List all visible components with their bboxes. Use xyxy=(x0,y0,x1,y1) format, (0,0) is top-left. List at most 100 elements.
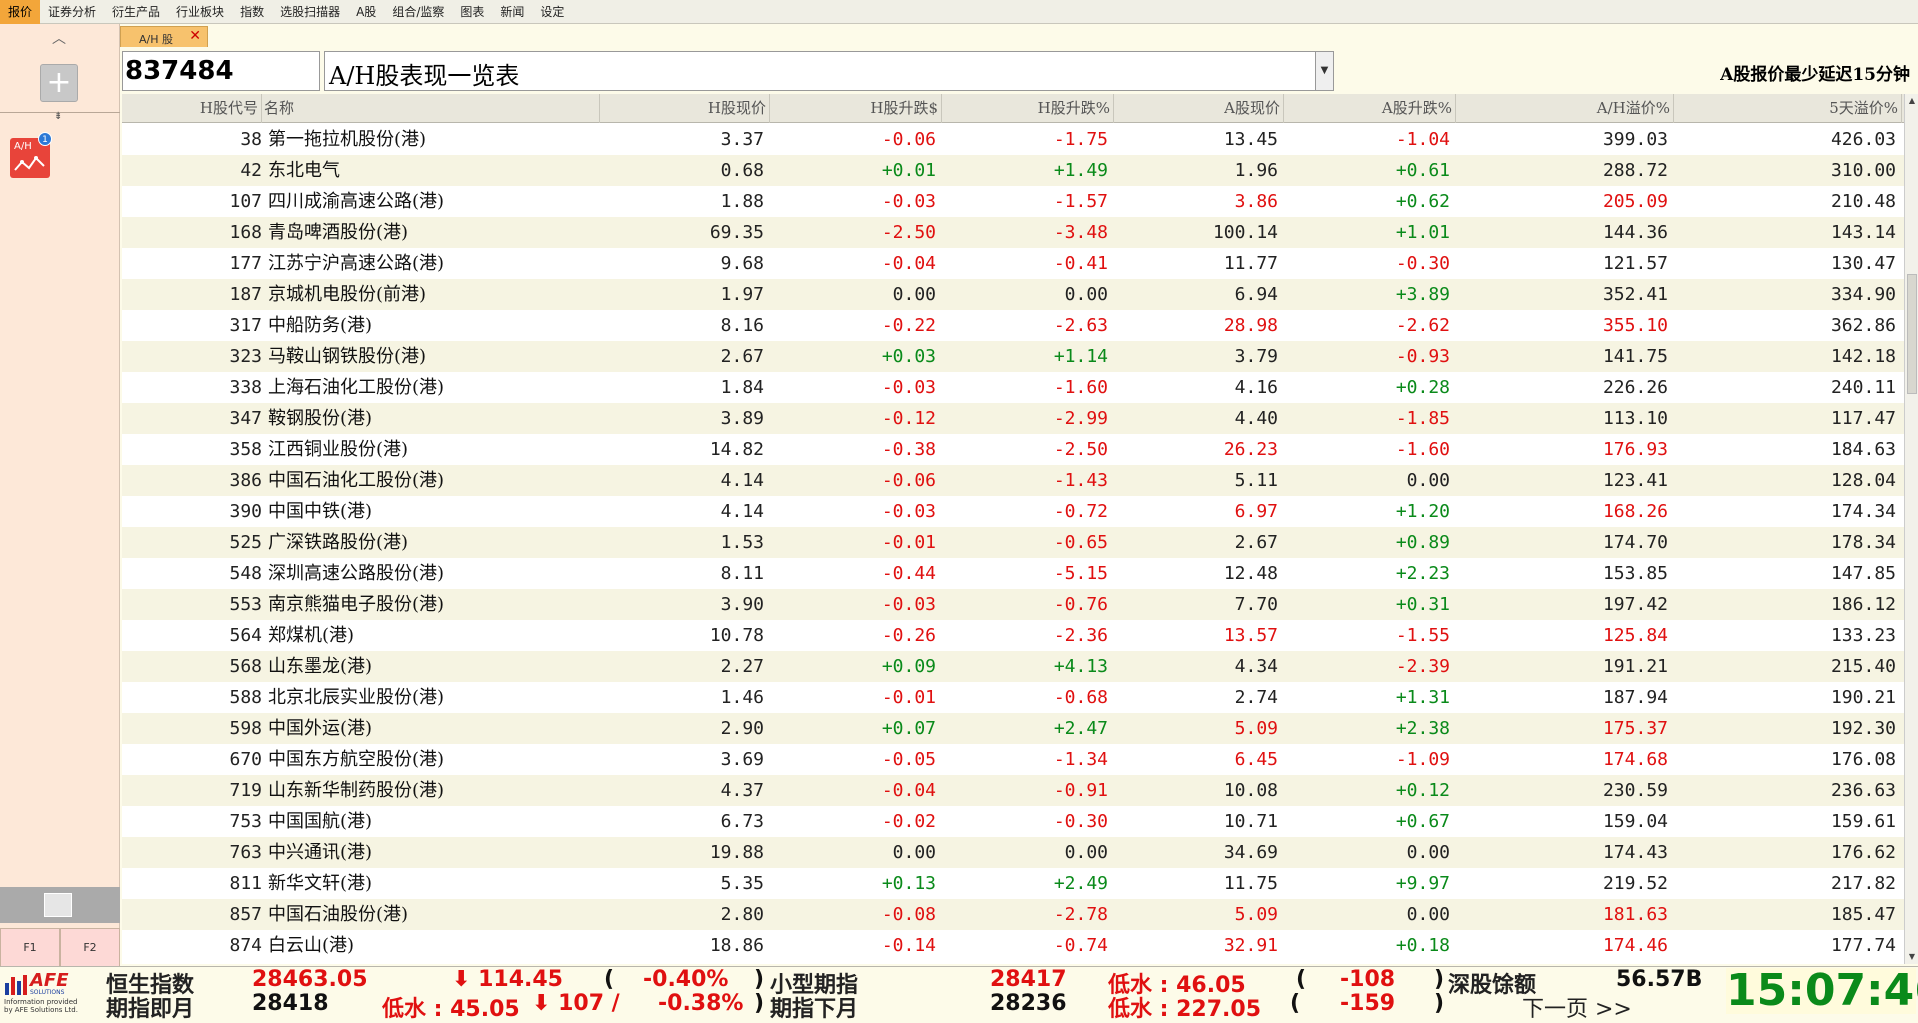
table-row[interactable]: 323 马鞍山钢铁股份(港) 2.67 +0.03 +1.14 3.79 -0.93 141.… xyxy=(122,341,1904,372)
chevron-up-icon[interactable]: ︿ xyxy=(52,28,66,48)
cell-premium-5d: 426.03 xyxy=(1830,129,1896,150)
column-header-2[interactable]: H股现价 xyxy=(600,94,770,123)
cell-name: 第一拖拉机股份(港) xyxy=(268,129,427,150)
cell-h-pct: -2.63 xyxy=(1053,315,1108,336)
column-header-7[interactable]: A/H溢价% xyxy=(1456,94,1674,123)
menu-item-4[interactable]: 指数 xyxy=(232,0,272,24)
tab-ah-shares[interactable]: A/H 股 ✕ xyxy=(120,26,208,47)
table-row[interactable]: 317 中船防务(港) 8.16 -0.22 -2.63 28.98 -2.62 355.10… xyxy=(122,310,1904,341)
menu-item-3[interactable]: 行业板块 xyxy=(168,0,232,24)
cell-h-price: 1.53 xyxy=(720,532,764,553)
scroll-down-icon[interactable]: ▼ xyxy=(1905,950,1918,964)
table-row[interactable]: 42 东北电气 0.68 +0.01 +1.49 1.96 +0.61 288.72 310.0… xyxy=(122,155,1904,186)
panel-divider[interactable]: ⇟ xyxy=(0,111,120,122)
column-header-1[interactable]: 名称 xyxy=(262,94,600,123)
cell-h-pct: +4.13 xyxy=(1053,656,1108,677)
cell-ah-premium: 191.21 xyxy=(1602,656,1668,677)
add-button[interactable]: + xyxy=(40,64,78,102)
table-row[interactable]: 553 南京熊猫电子股份(港) 3.90 -0.03 -0.76 7.70 +0.31 197… xyxy=(122,589,1904,620)
futures-next-value: 28236 xyxy=(990,991,1067,1016)
cell-h-price: 3.90 xyxy=(720,594,764,615)
document-button[interactable] xyxy=(0,887,120,923)
menu-item-6[interactable]: A股 xyxy=(348,0,384,24)
stock-code-input[interactable]: 837484 xyxy=(122,51,320,91)
table-row[interactable]: 598 中国外运(港) 2.90 +0.07 +2.47 5.09 +2.38 175.37 1… xyxy=(122,713,1904,744)
report-select[interactable]: A/H股表现一览表 ▼ xyxy=(324,51,1334,91)
menu-item-5[interactable]: 选股扫描器 xyxy=(272,0,348,24)
table-row[interactable]: 168 青岛啤酒股份(港) 69.35 -2.50 -3.48 100.14 +1.01 14… xyxy=(122,217,1904,248)
menu-item-1[interactable]: 证券分析 xyxy=(40,0,104,24)
table-row[interactable]: 107 四川成渝高速公路(港) 1.88 -0.03 -1.57 3.86 +0.62 205… xyxy=(122,186,1904,217)
cell-code: 525 xyxy=(229,532,262,553)
table-row[interactable]: 548 深圳高速公路股份(港) 8.11 -0.44 -5.15 12.48 +2.23 15… xyxy=(122,558,1904,589)
menu-item-9[interactable]: 新闻 xyxy=(492,0,532,24)
cell-ah-premium: 125.84 xyxy=(1602,625,1668,646)
column-header-4[interactable]: H股升跌% xyxy=(942,94,1114,123)
table-row[interactable]: 588 北京北辰实业股份(港) 1.46 -0.01 -0.68 2.74 +1.31 187… xyxy=(122,682,1904,713)
cell-name: 山东新华制药股份(港) xyxy=(268,780,445,801)
table-row[interactable]: 358 江西铜业股份(港) 14.82 -0.38 -2.50 26.23 -1.60 176… xyxy=(122,434,1904,465)
cell-code: 168 xyxy=(229,222,262,243)
cell-premium-5d: 210.48 xyxy=(1830,191,1896,212)
cell-h-price: 8.16 xyxy=(720,315,764,336)
table-row[interactable]: 763 中兴通讯(港) 19.88 0.00 0.00 34.69 0.00 174.43 17… xyxy=(122,837,1904,868)
tab-strip: A/H 股 ✕ xyxy=(120,26,1918,48)
cell-name: 青岛啤酒股份(港) xyxy=(268,222,409,243)
next-page-link[interactable]: 下一页 >> xyxy=(1522,991,1632,1023)
drag-handle-icon[interactable]: ⇟ xyxy=(54,111,62,122)
table-row[interactable]: 719 山东新华制药股份(港) 4.37 -0.04 -0.91 10.08 +0.12 23… xyxy=(122,775,1904,806)
table-row[interactable]: 525 广深铁路股份(港) 1.53 -0.01 -0.65 2.67 +0.89 174.7… xyxy=(122,527,1904,558)
menu-item-8[interactable]: 图表 xyxy=(452,0,492,24)
table-row[interactable]: 38 第一拖拉机股份(港) 3.37 -0.06 -1.75 13.45 -1.04 399.… xyxy=(122,124,1904,155)
cell-name: 中船防务(港) xyxy=(268,315,373,336)
table-row[interactable]: 753 中国国航(港) 6.73 -0.02 -0.30 10.71 +0.67 159.04… xyxy=(122,806,1904,837)
f1-button[interactable]: F1 xyxy=(0,928,60,968)
cell-premium-5d: 174.34 xyxy=(1830,501,1896,522)
scroll-thumb[interactable] xyxy=(1907,274,1917,394)
close-icon[interactable]: ✕ xyxy=(189,28,201,44)
table-row[interactable]: 811 新华文轩(港) 5.35 +0.13 +2.49 11.75 +9.97 219.52… xyxy=(122,868,1904,899)
cell-h-price: 4.14 xyxy=(720,501,764,522)
table-row[interactable]: 564 郑煤机(港) 10.78 -0.26 -2.36 13.57 -1.55 125.84… xyxy=(122,620,1904,651)
futures-next-label: 期指下月 xyxy=(770,996,859,1022)
cell-h-pct: -2.36 xyxy=(1053,625,1108,646)
menu-item-10[interactable]: 设定 xyxy=(532,0,572,24)
table-row[interactable]: 347 鞍钢股份(港) 3.89 -0.12 -2.99 4.40 -1.85 113.10 1… xyxy=(122,403,1904,434)
table-row[interactable]: 177 江苏宁沪高速公路(港) 9.68 -0.04 -0.41 11.77 -0.30 12… xyxy=(122,248,1904,279)
column-header-6[interactable]: A股升跌% xyxy=(1284,94,1456,123)
column-header-8[interactable]: 5天溢价% xyxy=(1674,94,1902,123)
table-row[interactable]: 568 山东墨龙(港) 2.27 +0.09 +4.13 4.34 -2.39 191.21 2… xyxy=(122,651,1904,682)
cell-ah-premium: 141.75 xyxy=(1602,346,1668,367)
column-header-3[interactable]: H股升跌$ xyxy=(770,94,942,123)
f2-button[interactable]: F2 xyxy=(60,928,120,968)
cell-a-price: 4.40 xyxy=(1234,408,1278,429)
scroll-up-icon[interactable]: ▲ xyxy=(1905,94,1918,108)
cell-name: 白云山(港) xyxy=(268,935,355,956)
cell-premium-5d: 142.18 xyxy=(1830,346,1896,367)
menu-item-2[interactable]: 衍生产品 xyxy=(104,0,168,24)
column-header-0[interactable]: H股代号 xyxy=(122,94,262,123)
table-row[interactable]: 187 京城机电股份(前港) 1.97 0.00 0.00 6.94 +3.89 352.41… xyxy=(122,279,1904,310)
table-row[interactable]: 874 白云山(港) 18.86 -0.14 -0.74 32.91 +0.18 174.46… xyxy=(122,930,1904,961)
table-row[interactable]: 338 上海石油化工股份(港) 1.84 -0.03 -1.60 4.16 +0.28 226… xyxy=(122,372,1904,403)
cell-ah-premium: 168.26 xyxy=(1602,501,1668,522)
table-row[interactable]: 390 中国中铁(港) 4.14 -0.03 -0.72 6.97 +1.20 168.26 1… xyxy=(122,496,1904,527)
column-header-5[interactable]: A股现价 xyxy=(1114,94,1284,123)
vertical-scrollbar[interactable]: ▲ ▼ xyxy=(1904,94,1918,964)
cell-h-chg: -0.04 xyxy=(881,253,936,274)
cell-a-price: 34.69 xyxy=(1223,842,1278,863)
table-row[interactable]: 857 中国石油股份(港) 2.80 -0.08 -2.78 5.09 0.00 181.63… xyxy=(122,899,1904,930)
table-row[interactable]: 670 中国东方航空股份(港) 3.69 -0.05 -1.34 6.45 -1.09 174… xyxy=(122,744,1904,775)
menu-item-7[interactable]: 组合/监察 xyxy=(384,0,452,24)
menu-item-0[interactable]: 报价 xyxy=(0,0,41,24)
cell-h-chg: -0.44 xyxy=(881,563,936,584)
cell-h-pct: +2.49 xyxy=(1053,873,1108,894)
cell-a-price: 11.77 xyxy=(1223,253,1278,274)
chevron-down-icon[interactable]: ▼ xyxy=(1315,52,1333,90)
cell-h-price: 69.35 xyxy=(709,222,764,243)
table-row[interactable]: 386 中国石油化工股份(港) 4.14 -0.06 -1.43 5.11 0.00 123.… xyxy=(122,465,1904,496)
ah-table: H股代号 名称 H股现价 H股升跌$ H股升跌% A股现价 A股升跌% A/H溢价% 5天溢价%… xyxy=(122,94,1904,964)
cell-h-price: 5.35 xyxy=(720,873,764,894)
cell-a-pct: +0.89 xyxy=(1395,532,1450,553)
cell-h-pct: -1.57 xyxy=(1053,191,1108,212)
